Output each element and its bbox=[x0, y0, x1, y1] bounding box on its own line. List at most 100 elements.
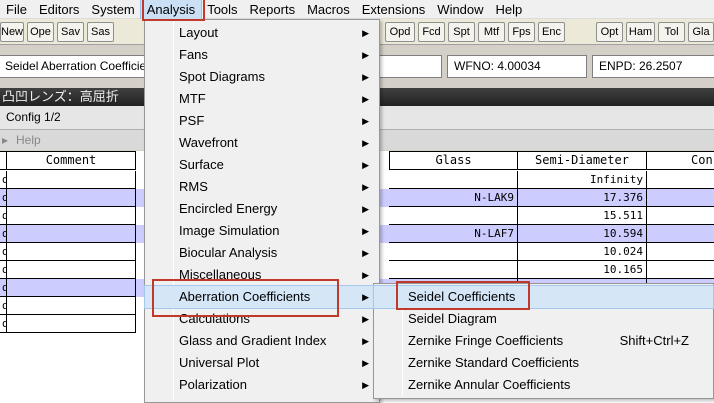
menu-item-label: Miscellaneous bbox=[179, 267, 262, 282]
zemax-window: File Editors System Analysis Tools Repor… bbox=[0, 0, 714, 403]
menu-reports[interactable]: Reports bbox=[244, 0, 302, 19]
toolbar-ham-button[interactable]: Ham bbox=[626, 22, 655, 42]
analysis-menu-item-universal-plot[interactable]: Universal Plot ▶ bbox=[145, 352, 379, 374]
submenu-item-zernike-standard-coefficients[interactable]: Zernike Standard Coefficients bbox=[374, 352, 713, 374]
menu-item-label: Biocular Analysis bbox=[179, 245, 278, 260]
analysis-menu-item-image-simulation[interactable]: Image Simulation ▶ bbox=[145, 220, 379, 242]
menu-item-label: MTF bbox=[179, 91, 206, 106]
analysis-menu-item-psf[interactable]: PSF ▶ bbox=[145, 110, 379, 132]
analysis-menu-item-aberration-coefficients[interactable]: Aberration Coefficients ▶ bbox=[144, 285, 380, 309]
enpd-field: ENPD: 26.2507 bbox=[592, 55, 714, 78]
comment-cell[interactable] bbox=[6, 279, 136, 297]
menu-tools[interactable]: Tools bbox=[201, 0, 243, 19]
comment-cell[interactable] bbox=[6, 225, 136, 243]
comment-cell[interactable] bbox=[6, 297, 136, 315]
analysis-menu-item-encircled-energy[interactable]: Encircled Energy ▶ bbox=[145, 198, 379, 220]
glass-cell[interactable]: N-LAF7 bbox=[389, 225, 518, 243]
menu-item-label: Polarization bbox=[179, 377, 247, 392]
submenu-item-label: Seidel Diagram bbox=[408, 311, 497, 326]
comment-cell[interactable] bbox=[6, 315, 136, 333]
menu-item-label: Encircled Energy bbox=[179, 201, 278, 216]
semi-diameter-cell[interactable]: 10.024 bbox=[517, 243, 647, 261]
help-menu[interactable]: Help bbox=[16, 130, 41, 150]
column-header-semi-diameter[interactable]: Semi-Diameter bbox=[517, 151, 647, 170]
semi-diameter-cell[interactable]: 15.511 bbox=[517, 207, 647, 225]
menu-extensions[interactable]: Extensions bbox=[356, 0, 432, 19]
menu-item-label: Surface bbox=[179, 157, 224, 172]
glass-cell[interactable]: N-LAK9 bbox=[389, 189, 518, 207]
active-window-title: Seidel Aberration Coefficie bbox=[0, 55, 158, 78]
submenu-item-seidel-diagram[interactable]: Seidel Diagram bbox=[374, 308, 713, 330]
menu-window[interactable]: Window bbox=[431, 0, 489, 19]
column-header-glass[interactable]: Glass bbox=[389, 151, 518, 170]
menu-editors[interactable]: Editors bbox=[33, 0, 85, 19]
glass-cell[interactable] bbox=[389, 207, 518, 225]
menu-bar: File Editors System Analysis Tools Repor… bbox=[0, 0, 714, 20]
analysis-menu-item-layout[interactable]: Layout ▶ bbox=[145, 22, 379, 44]
glass-cell[interactable] bbox=[389, 261, 518, 279]
analysis-menu-item-surface[interactable]: Surface ▶ bbox=[145, 154, 379, 176]
toolbar-gla-button[interactable]: Gla bbox=[688, 22, 714, 42]
toolbar-opd-button[interactable]: Opd bbox=[385, 22, 415, 42]
analysis-menu-item-rms[interactable]: RMS ▶ bbox=[145, 176, 379, 198]
menu-help[interactable]: Help bbox=[490, 0, 529, 19]
toolbar-open-button[interactable]: Ope bbox=[27, 22, 54, 42]
analysis-menu-item-wavefront[interactable]: Wavefront ▶ bbox=[145, 132, 379, 154]
conic-cell[interactable] bbox=[646, 189, 714, 207]
submenu-arrow-icon: ▶ bbox=[362, 160, 369, 170]
analysis-menu-item-fans[interactable]: Fans ▶ bbox=[145, 44, 379, 66]
analysis-menu-item-glass-and-gradient-index[interactable]: Glass and Gradient Index ▶ bbox=[145, 330, 379, 352]
submenu-item-label: Zernike Annular Coefficients bbox=[408, 377, 571, 392]
submenu-item-seidel-coefficients[interactable]: Seidel Coefficients bbox=[373, 285, 714, 309]
menu-item-label: PSF bbox=[179, 113, 205, 128]
conic-cell[interactable] bbox=[646, 225, 714, 243]
column-header-conic[interactable]: Con bbox=[646, 151, 714, 170]
semi-diameter-cell[interactable]: 10.165 bbox=[517, 261, 647, 279]
submenu-arrow-icon: ▶ bbox=[362, 380, 369, 390]
comment-cell[interactable] bbox=[6, 171, 136, 189]
toolbar-save-as-button[interactable]: Sas bbox=[87, 22, 114, 42]
menu-item-label: Image Simulation bbox=[179, 223, 280, 238]
analysis-menu-item-polarization[interactable]: Polarization ▶ bbox=[145, 374, 379, 396]
toolbar-opt-button[interactable]: Opt bbox=[596, 22, 623, 42]
conic-cell[interactable] bbox=[646, 243, 714, 261]
menu-file[interactable]: File bbox=[0, 0, 33, 19]
analysis-menu-item-spot-diagrams[interactable]: Spot Diagrams ▶ bbox=[145, 66, 379, 88]
submenu-item-zernike-annular-coefficients[interactable]: Zernike Annular Coefficients bbox=[374, 374, 713, 396]
glass-cell[interactable] bbox=[389, 243, 518, 261]
analysis-menu-item-miscellaneous[interactable]: Miscellaneous ▶ bbox=[145, 264, 379, 286]
glass-cell[interactable] bbox=[389, 171, 518, 189]
toolbar-new-button[interactable]: New bbox=[0, 22, 24, 42]
toolbar-mtf-button[interactable]: Mtf bbox=[478, 22, 505, 42]
toolbar-enc-button[interactable]: Enc bbox=[538, 22, 565, 42]
toolbar-fps-button[interactable]: Fps bbox=[508, 22, 535, 42]
conic-cell[interactable] bbox=[646, 261, 714, 279]
analysis-menu-item-calculations[interactable]: Calculations ▶ bbox=[145, 308, 379, 330]
menu-macros[interactable]: Macros bbox=[301, 0, 356, 19]
menu-item-label: Calculations bbox=[179, 311, 250, 326]
semi-diameter-cell[interactable]: 17.376 bbox=[517, 189, 647, 207]
toolbar-fcd-button[interactable]: Fcd bbox=[418, 22, 445, 42]
submenu-arrow-icon: ▶ bbox=[362, 72, 369, 82]
submenu-item-zernike-fringe-coefficients[interactable]: Zernike Fringe Coefficients Shift+Ctrl+Z bbox=[374, 330, 713, 352]
help-arrow-icon: ▸ bbox=[2, 133, 9, 147]
semi-diameter-cell[interactable]: 10.594 bbox=[517, 225, 647, 243]
comment-cell[interactable] bbox=[6, 261, 136, 279]
column-header-comment[interactable]: Comment bbox=[6, 151, 136, 170]
toolbar-save-button[interactable]: Sav bbox=[57, 22, 84, 42]
menu-system[interactable]: System bbox=[85, 0, 140, 19]
conic-cell[interactable] bbox=[646, 171, 714, 189]
menu-item-label: Fans bbox=[179, 47, 208, 62]
submenu-arrow-icon: ▶ bbox=[362, 248, 369, 258]
comment-cell[interactable] bbox=[6, 243, 136, 261]
analysis-menu-item-biocular-analysis[interactable]: Biocular Analysis ▶ bbox=[145, 242, 379, 264]
toolbar-tol-button[interactable]: Tol bbox=[658, 22, 685, 42]
menu-analysis[interactable]: Analysis bbox=[139, 0, 203, 20]
analysis-menu: Layout ▶ Fans ▶ Spot Diagrams ▶ MTF ▶ PSF ▶ Wavefr… bbox=[144, 19, 380, 403]
comment-cell[interactable] bbox=[6, 189, 136, 207]
comment-cell[interactable] bbox=[6, 207, 136, 225]
conic-cell[interactable] bbox=[646, 207, 714, 225]
semi-diameter-cell[interactable]: Infinity bbox=[517, 171, 647, 189]
toolbar-spt-button[interactable]: Spt bbox=[448, 22, 475, 42]
analysis-menu-item-mtf[interactable]: MTF ▶ bbox=[145, 88, 379, 110]
